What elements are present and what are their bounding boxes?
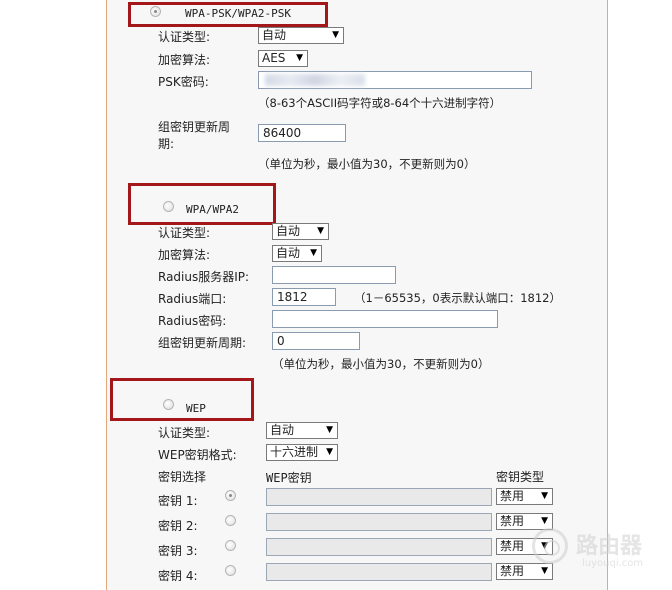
wep-format-label: WEP密钥格式:	[158, 448, 237, 462]
wpa-psk-group-hint: （单位为秒，最小值为30，不更新则为0）	[258, 157, 476, 171]
wep-format-select[interactable]: 十六进制 ▼	[266, 444, 338, 461]
chevron-down-icon: ▼	[541, 491, 548, 501]
wpa-psk-enc-select[interactable]: AES ▼	[258, 50, 308, 67]
key-1-type-value: 禁用	[500, 489, 525, 503]
wep-auth-value: 自动	[270, 423, 295, 437]
wpa-psk-auth-value: 自动	[262, 28, 287, 42]
key-1-label: 密钥 1:	[158, 494, 198, 508]
blurred-password	[265, 74, 365, 86]
wep-auth-select[interactable]: 自动 ▼	[266, 422, 338, 439]
router-logo-icon	[532, 528, 568, 564]
wpa-psk-enc-value: AES	[262, 51, 286, 65]
chevron-down-icon: ▼	[326, 425, 333, 435]
wpa-enc-value: 自动	[276, 246, 301, 260]
wpa-group-hint: （单位为秒，最小值为30，不更新则为0）	[272, 357, 490, 371]
col-key-type: 密钥类型	[496, 470, 545, 484]
col-wep-key: WEP密钥	[266, 471, 312, 485]
wpa-auth-label: 认证类型:	[158, 226, 211, 240]
key-3-radio[interactable]	[225, 540, 236, 551]
key-3-input[interactable]	[266, 538, 492, 556]
wpa-auth-value: 自动	[276, 224, 301, 238]
key-2-radio[interactable]	[225, 515, 236, 526]
wpa-group-input[interactable]: 0	[272, 332, 360, 350]
watermark-brand: 路由器	[576, 534, 643, 559]
radius-ip-label: Radius服务器IP:	[158, 270, 250, 284]
chevron-down-icon: ▼	[326, 447, 333, 457]
key-2-label: 密钥 2:	[158, 519, 198, 533]
chevron-down-icon: ▼	[317, 226, 324, 236]
radius-password-label: Radius密码:	[158, 314, 227, 328]
wpa-psk-group-label-line1: 组密钥更新周	[158, 120, 231, 134]
wpa-enc-label: 加密算法:	[158, 248, 211, 262]
key-4-type-value: 禁用	[500, 564, 525, 578]
radius-port-label: Radius端口:	[158, 292, 227, 306]
key-3-type-value: 禁用	[500, 539, 525, 553]
wpa-enc-select[interactable]: 自动 ▼	[272, 245, 322, 262]
radio-wpa[interactable]	[163, 201, 174, 212]
key-2-input[interactable]	[266, 513, 492, 531]
key-3-label: 密钥 3:	[158, 544, 198, 558]
wpa-auth-select[interactable]: 自动 ▼	[272, 223, 329, 240]
chevron-down-icon: ▼	[296, 53, 303, 63]
wep-format-value: 十六进制	[270, 445, 319, 459]
key-1-radio[interactable]	[225, 490, 236, 501]
key-4-input[interactable]	[266, 563, 492, 581]
radius-password-input[interactable]	[272, 310, 498, 328]
wpa-psk-group-input[interactable]: 86400	[258, 124, 346, 142]
radius-port-hint: （1－65535，0表示默认端口：1812）	[354, 291, 561, 305]
key-1-type-select[interactable]: 禁用 ▼	[496, 488, 553, 505]
chevron-down-icon: ▼	[332, 30, 339, 40]
key-4-radio[interactable]	[225, 565, 236, 576]
radius-port-input[interactable]: 1812	[272, 288, 336, 306]
wpa-psk-group-label-line2: 期:	[158, 137, 175, 151]
watermark-domain: luyouqi.com	[582, 558, 644, 569]
wpa-psk-auth-select[interactable]: 自动 ▼	[258, 27, 344, 44]
psk-password-hint: （8-63个ASCII码字符或8-64个十六进制字符）	[258, 96, 502, 110]
key-1-input[interactable]	[266, 488, 492, 506]
radio-wpa-psk[interactable]	[150, 6, 161, 17]
wpa-group-label: 组密钥更新周期:	[158, 336, 247, 350]
radio-wep[interactable]	[163, 399, 174, 410]
wpa-title: WPA/WPA2	[186, 203, 239, 216]
wpa-psk-auth-label: 认证类型:	[158, 30, 211, 44]
radius-ip-input[interactable]	[272, 266, 396, 284]
psk-password-input[interactable]	[258, 71, 532, 89]
wep-auth-label: 认证类型:	[158, 426, 211, 440]
key-2-type-value: 禁用	[500, 514, 525, 528]
highlight-box-wep	[110, 378, 254, 421]
key-4-label: 密钥 4:	[158, 569, 198, 583]
psk-password-label: PSK密码:	[158, 75, 209, 89]
wpa-psk-enc-label: 加密算法:	[158, 53, 211, 67]
wep-title: WEP	[186, 402, 206, 415]
wpa-psk-title: WPA-PSK/WPA2-PSK	[185, 7, 291, 20]
chevron-down-icon: ▼	[310, 248, 317, 258]
watermark: 路由器 luyouqi.com	[532, 524, 662, 584]
col-key-select: 密钥选择	[158, 470, 207, 484]
